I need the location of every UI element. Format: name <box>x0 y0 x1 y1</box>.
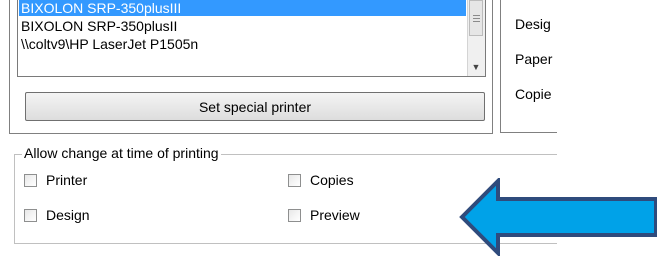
preview-checkbox[interactable]: Preview <box>288 207 360 223</box>
checkbox-label: Printer <box>46 172 88 188</box>
set-special-printer-button[interactable]: Set special printer <box>25 92 485 121</box>
checkbox-box[interactable] <box>24 208 37 222</box>
paper-label: Paper <box>515 51 553 67</box>
scrollbar-thumb[interactable] <box>469 0 483 36</box>
checkbox-box[interactable] <box>288 173 301 187</box>
checkbox-box[interactable] <box>288 208 301 222</box>
group-legend: Allow change at time of printing <box>22 145 221 161</box>
copies-label: Copie <box>515 86 552 102</box>
design-label: Desig <box>515 16 551 32</box>
arrow-left-icon <box>459 178 657 256</box>
printer-list[interactable]: BIXOLON SRP-350plusIII BIXOLON SRP-350pl… <box>17 0 486 77</box>
design-checkbox[interactable]: Design <box>24 207 90 223</box>
list-scrollbar[interactable]: ▼ <box>467 0 485 76</box>
scroll-down-button[interactable]: ▼ <box>469 59 483 75</box>
grip-line <box>473 18 480 19</box>
printer-info-panel: Desig Paper Copie <box>500 0 557 133</box>
printer-list-item[interactable]: BIXOLON SRP-350plusII <box>19 18 466 34</box>
chevron-down-icon: ▼ <box>471 62 481 72</box>
checkbox-box[interactable] <box>24 173 37 187</box>
checkbox-label: Design <box>46 207 90 223</box>
printer-list-item[interactable]: BIXOLON SRP-350plusIII <box>19 0 466 16</box>
printer-list-item[interactable]: \\coltv9\HP LaserJet P1505n <box>19 36 466 52</box>
grip-line <box>473 15 480 16</box>
checkbox-label: Copies <box>310 172 354 188</box>
copies-checkbox[interactable]: Copies <box>288 172 354 188</box>
printer-checkbox[interactable]: Printer <box>24 172 87 188</box>
grip-line <box>473 21 480 22</box>
checkbox-label: Preview <box>310 207 360 223</box>
